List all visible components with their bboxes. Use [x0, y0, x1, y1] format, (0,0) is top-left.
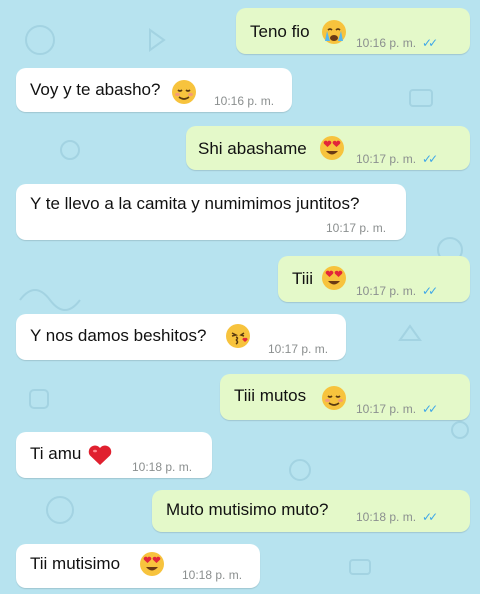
message-text: Muto mutisimo muto? [166, 500, 329, 519]
message-text: Tiii mutos [234, 386, 307, 405]
heart-eyes-face-icon [140, 552, 164, 576]
message-time: 10:17 p. m. [268, 342, 329, 356]
message-bubble-outgoing[interactable]: Shi abashame 10:17 p. m. ✓✓ [186, 126, 470, 170]
message-bubble-outgoing[interactable]: Tiii 10:17 p. m. ✓✓ [278, 256, 470, 302]
smiling-blushing-face-icon [322, 386, 346, 410]
message-time: 10:18 p. m. [132, 460, 193, 474]
message-bubble-incoming[interactable]: Y te llevo a la camita y numimimos junti… [16, 184, 406, 240]
heart-eyes-face-icon [322, 266, 346, 290]
message-text: Voy y te abasho? [30, 80, 161, 99]
message-time: 10:17 p. m. [356, 402, 417, 416]
message-meta: 10:18 p. m. [182, 568, 242, 582]
message-bubble-outgoing[interactable]: Teno fio 10:16 p. m. ✓✓ [236, 8, 470, 54]
message-meta: 10:16 p. m. [214, 94, 274, 108]
message-text: Tii mutisimo [30, 554, 121, 573]
message-meta: 10:17 p. m. ✓✓ [356, 152, 438, 166]
heart-eyes-face-icon [320, 136, 344, 160]
message-time: 10:17 p. m. [356, 152, 417, 166]
read-receipt-icon: ✓✓ [422, 284, 438, 298]
message-meta: 10:17 p. m. [268, 342, 328, 356]
message-text: Ti amu [30, 444, 82, 463]
read-receipt-icon: ✓✓ [422, 510, 438, 524]
kissing-heart-face-icon [226, 324, 250, 348]
message-meta: 10:17 p. m. ✓✓ [356, 402, 438, 416]
message-text: Teno fio [250, 22, 310, 41]
message-time: 10:17 p. m. [356, 284, 417, 298]
read-receipt-icon: ✓✓ [422, 152, 438, 166]
smiling-blushing-face-icon [172, 80, 196, 104]
message-meta: 10:18 p. m. [132, 460, 192, 474]
message-meta: 10:17 p. m. ✓✓ [356, 284, 438, 298]
message-time: 10:16 p. m. [356, 36, 417, 50]
message-text: Y te llevo a la camita y numimimos junti… [30, 194, 360, 213]
message-text: Shi abashame [198, 139, 307, 158]
message-bubble-incoming[interactable]: Tii mutisimo 10:18 p. m. [16, 544, 260, 588]
message-time: 10:18 p. m. [356, 510, 417, 524]
message-meta: 10:16 p. m. ✓✓ [356, 36, 438, 50]
message-text: Tiii [292, 269, 314, 288]
message-text: Y nos damos beshitos? [30, 326, 207, 345]
message-bubble-outgoing[interactable]: Tiii mutos 10:17 p. m. ✓✓ [220, 374, 470, 420]
message-bubble-incoming[interactable]: Voy y te abasho? 10:16 p. m. [16, 68, 292, 112]
message-time: 10:17 p. m. [326, 221, 387, 235]
read-receipt-icon: ✓✓ [422, 36, 438, 50]
crying-face-icon [322, 20, 346, 44]
message-meta: 10:17 p. m. [326, 221, 386, 235]
message-bubble-incoming[interactable]: Y nos damos beshitos? 10:17 p. m. [16, 314, 346, 360]
message-bubble-incoming[interactable]: Ti amu 10:18 p. m. [16, 432, 212, 478]
message-bubble-outgoing[interactable]: Muto mutisimo muto? 10:18 p. m. ✓✓ [152, 490, 470, 532]
read-receipt-icon: ✓✓ [422, 402, 438, 416]
message-time: 10:16 p. m. [214, 94, 275, 108]
red-heart-icon [88, 445, 112, 465]
message-time: 10:18 p. m. [182, 568, 243, 582]
message-meta: 10:18 p. m. ✓✓ [356, 510, 438, 524]
